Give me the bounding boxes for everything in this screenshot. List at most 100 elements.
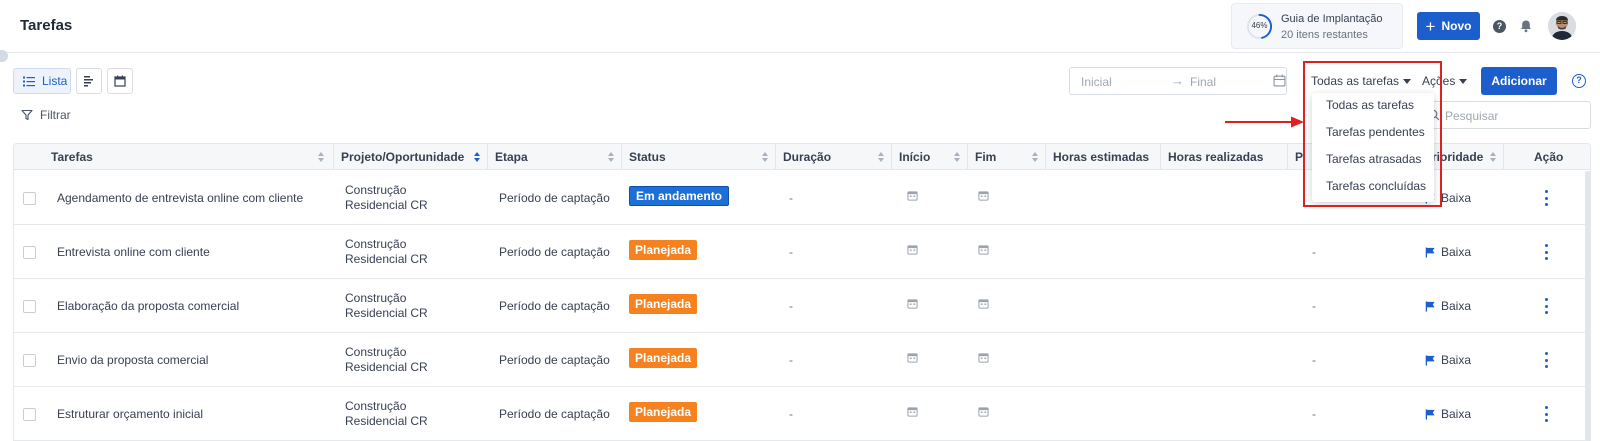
view-gantt-button[interactable] [76, 68, 102, 94]
task-name[interactable]: Estruturar orçamento inicial [57, 407, 203, 421]
status-badge: Planejada [629, 402, 698, 422]
row-checkbox[interactable] [23, 300, 36, 313]
search-input[interactable] [1445, 107, 1585, 124]
calendar-icon[interactable] [1273, 74, 1286, 87]
task-name[interactable]: Envio da proposta comercial [57, 353, 208, 367]
onboarding-guide[interactable]: 46% Guia de Implantação 20 itens restant… [1231, 3, 1403, 49]
priority: Baixa [1425, 353, 1471, 367]
row-checkbox[interactable] [23, 246, 36, 259]
sort-icon[interactable] [878, 152, 885, 162]
annotation-highlight-box [1303, 61, 1442, 207]
column-header-status[interactable]: Status [622, 144, 776, 170]
column-header-etapa[interactable]: Etapa [488, 144, 622, 170]
sort-icon[interactable] [954, 152, 961, 162]
column-header-horas-realizadas[interactable]: Horas realizadas [1161, 144, 1288, 170]
task-name[interactable]: Elaboração da proposta comercial [57, 299, 239, 313]
start-date-calendar-icon[interactable] [907, 298, 918, 309]
search-box[interactable] [1420, 101, 1591, 129]
date-end-field[interactable]: Final [1190, 75, 1216, 89]
project-line: Construção [345, 183, 407, 197]
stage: Período de captação [499, 407, 610, 421]
view-list-button[interactable]: Lista [13, 68, 71, 94]
sort-icon[interactable] [608, 152, 615, 162]
help-icon[interactable]: ? [1493, 20, 1506, 33]
help-circle-icon[interactable]: ? [1572, 74, 1586, 88]
sidebar-toggle[interactable] [0, 50, 8, 62]
end-date-calendar-icon[interactable] [978, 406, 989, 417]
start-date-calendar-icon[interactable] [907, 244, 918, 255]
end-date-calendar-icon[interactable] [978, 298, 989, 309]
table-row[interactable]: Entrevista online com cliente Construção… [14, 225, 1590, 279]
filter-icon [21, 109, 33, 121]
priority: Baixa [1425, 299, 1471, 313]
duration: - [789, 353, 793, 367]
stage: Período de captação [499, 353, 610, 367]
filter-button[interactable]: Filtrar [21, 108, 71, 122]
filter-label: Filtrar [40, 108, 71, 122]
more-options-icon[interactable] [1543, 244, 1549, 260]
sort-icon[interactable] [1032, 152, 1039, 162]
p-value: - [1312, 245, 1316, 259]
sort-icon[interactable] [1490, 152, 1497, 162]
plus-icon: + [1425, 16, 1436, 36]
date-range-picker[interactable]: Inicial → Final [1069, 67, 1287, 95]
row-checkbox[interactable] [23, 192, 36, 205]
column-label: Etapa [495, 150, 528, 164]
stage: Período de captação [499, 245, 610, 259]
task-name[interactable]: Agendamento de entrevista online com cli… [57, 191, 303, 205]
project-name: Construção Residencial CR [345, 345, 428, 375]
annotation-arrow-icon [1225, 116, 1304, 128]
column-label: P [1295, 150, 1304, 164]
more-options-icon[interactable] [1543, 352, 1549, 368]
end-date-calendar-icon[interactable] [978, 190, 989, 201]
table-row[interactable]: Estruturar orçamento inicial Construção … [14, 387, 1590, 441]
end-date-calendar-icon[interactable] [978, 352, 989, 363]
project-name: Construção Residencial CR [345, 399, 428, 429]
bell-icon[interactable] [1518, 18, 1534, 34]
column-header-inicio[interactable]: Início [892, 144, 968, 170]
column-header-projeto[interactable]: Projeto/Oportunidade [334, 144, 488, 170]
project-line: Construção [345, 237, 407, 251]
p-value: - [1312, 353, 1316, 367]
add-button[interactable]: Adicionar [1481, 67, 1557, 95]
start-date-calendar-icon[interactable] [907, 190, 918, 201]
guide-subtitle: 20 itens restantes [1281, 29, 1368, 41]
scrollbar-thumb[interactable] [1585, 171, 1590, 441]
column-label: Tarefas [51, 150, 93, 164]
task-name[interactable]: Entrevista online com cliente [57, 245, 210, 259]
start-date-calendar-icon[interactable] [907, 352, 918, 363]
arrow-right-icon: → [1171, 73, 1184, 88]
more-options-icon[interactable] [1543, 190, 1549, 206]
view-calendar-button[interactable] [107, 68, 133, 94]
column-header-duracao[interactable]: Duração [776, 144, 892, 170]
row-checkbox[interactable] [23, 408, 36, 421]
guide-title: Guia de Implantação [1281, 13, 1383, 25]
avatar[interactable] [1548, 12, 1576, 40]
end-date-calendar-icon[interactable] [978, 244, 989, 255]
project-line: Residencial CR [345, 198, 428, 212]
start-date-calendar-icon[interactable] [907, 406, 918, 417]
calendar-icon [114, 75, 126, 87]
table-row[interactable]: Envio da proposta comercial Construção R… [14, 333, 1590, 387]
table-row[interactable]: Elaboração da proposta comercial Constru… [14, 279, 1590, 333]
sort-icon[interactable] [762, 152, 769, 162]
more-options-icon[interactable] [1543, 298, 1549, 314]
row-checkbox[interactable] [23, 354, 36, 367]
priority-label: Baixa [1441, 191, 1472, 205]
sort-icon[interactable] [318, 152, 325, 162]
project-line: Residencial CR [345, 252, 428, 266]
date-start-field[interactable]: Inicial [1081, 75, 1112, 89]
more-options-icon[interactable] [1543, 406, 1549, 422]
new-button[interactable]: + Novo [1417, 12, 1480, 40]
sort-icon[interactable] [474, 152, 481, 162]
column-label: Ação [1534, 150, 1564, 164]
priority-label: Baixa [1441, 407, 1472, 421]
column-label: Projeto/Oportunidade [341, 150, 465, 164]
scrollbar[interactable] [1585, 171, 1590, 441]
caret-down-icon [1459, 78, 1468, 84]
column-header-horas-estimadas[interactable]: Horas estimadas [1046, 144, 1161, 170]
column-header-tarefas[interactable]: Tarefas [14, 144, 334, 170]
column-label: Fim [975, 150, 997, 164]
column-header-fim[interactable]: Fim [968, 144, 1046, 170]
duration: - [789, 191, 793, 205]
